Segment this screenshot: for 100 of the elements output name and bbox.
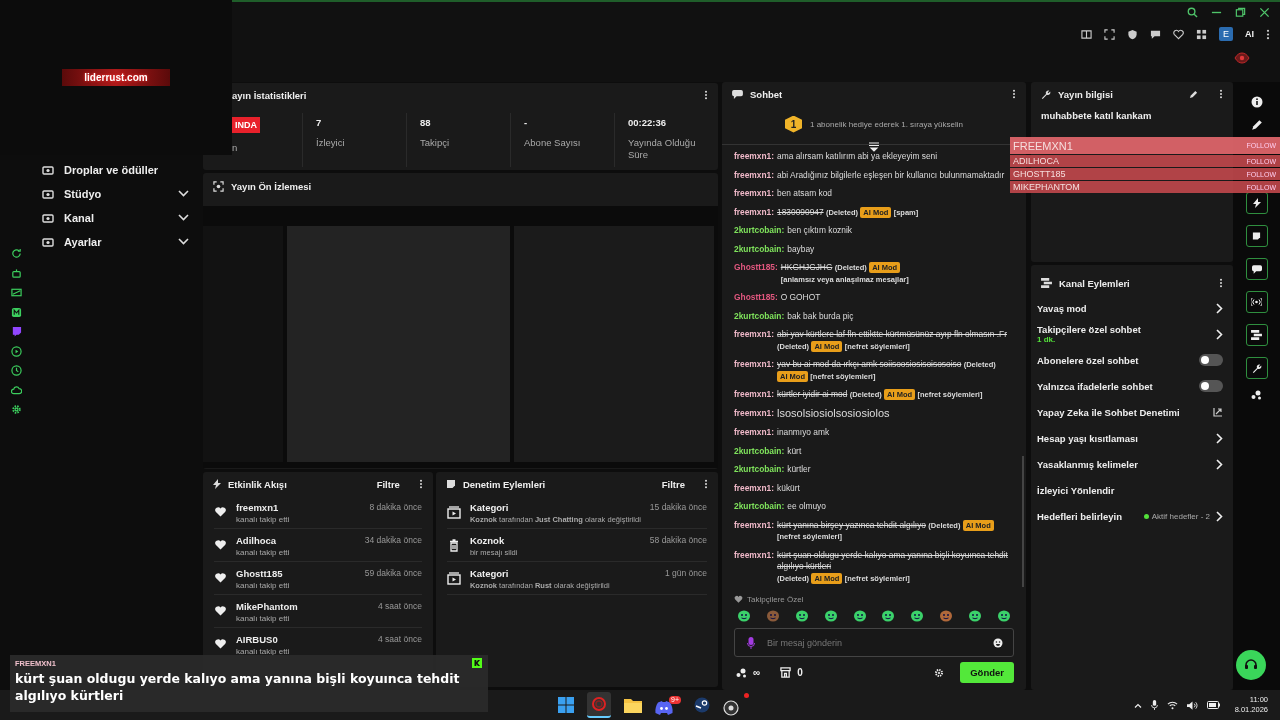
- recorder-app-button[interactable]: [723, 694, 747, 716]
- chat-username[interactable]: Ghostt185:: [734, 262, 778, 285]
- chat-username[interactable]: 2kurtcobain:: [734, 243, 785, 255]
- scroll-down-icon[interactable]: [868, 142, 880, 152]
- chat-username[interactable]: freemxn1:: [734, 519, 775, 543]
- nav-item[interactable]: Kanal: [42, 208, 189, 227]
- chat-username[interactable]: freemxn1:: [734, 359, 775, 382]
- browser-app-button[interactable]: [587, 692, 611, 718]
- info-icon[interactable]: [1250, 96, 1263, 108]
- chat-username[interactable]: freemxn1:: [734, 482, 775, 494]
- pencil-icon[interactable]: [1189, 89, 1198, 99]
- layout-button[interactable]: [1245, 324, 1268, 346]
- cloud-icon[interactable]: [11, 384, 22, 396]
- wrench-button[interactable]: [1245, 357, 1268, 379]
- restore-icon[interactable]: [1235, 7, 1246, 18]
- chat-username[interactable]: freemxn1:: [734, 188, 775, 200]
- profile-avatar[interactable]: E: [1219, 27, 1233, 41]
- windows-start-icon[interactable]: [558, 697, 574, 713]
- pencil-icon[interactable]: [1250, 119, 1263, 131]
- eye-icon[interactable]: [1234, 52, 1250, 64]
- microphone-icon[interactable]: [1150, 700, 1158, 710]
- grid-icon[interactable]: [1196, 28, 1207, 40]
- store-icon[interactable]: [780, 667, 792, 678]
- points-icon[interactable]: [736, 667, 747, 678]
- ai-button[interactable]: AI: [1245, 29, 1254, 39]
- action-value: 1 dk.: [1037, 335, 1057, 344]
- play-icon[interactable]: [11, 345, 22, 357]
- card-icon[interactable]: [11, 287, 22, 298]
- chat-bubble-icon[interactable]: [1150, 28, 1161, 40]
- speaker-icon[interactable]: [1186, 700, 1198, 710]
- channel-action-item[interactable]: Yalnızca ifadelerle sohbet: [1031, 373, 1233, 399]
- nav-item[interactable]: Stüdyo: [42, 184, 189, 203]
- channel-action-item[interactable]: Abonelere özel sohbet: [1031, 347, 1233, 373]
- message-input[interactable]: Bir mesaj gönderin: [765, 636, 983, 649]
- emote-icon[interactable]: [910, 609, 925, 622]
- kebab-menu-icon[interactable]: [1219, 89, 1223, 99]
- channel-action-item[interactable]: Hedefleri belirleyin Aktif hedefler - 2: [1031, 503, 1233, 529]
- toggle-switch[interactable]: [1199, 380, 1223, 392]
- channel-action-item[interactable]: Yavaş mod: [1031, 295, 1233, 321]
- chevron-up-icon[interactable]: [1133, 702, 1142, 708]
- emote-icon[interactable]: [968, 609, 982, 622]
- chat-username[interactable]: 2kurtcobain:: [734, 225, 785, 237]
- clock-icon[interactable]: [11, 365, 22, 376]
- kebab-menu-icon[interactable]: [704, 479, 708, 489]
- emote-icon[interactable]: [823, 609, 838, 622]
- filter-button[interactable]: Filtre: [376, 478, 400, 490]
- folder-icon[interactable]: [624, 697, 642, 713]
- chat-username[interactable]: freemxn1:: [734, 151, 775, 163]
- channel-action-item[interactable]: Hesap yaşı kısıtlaması: [1031, 425, 1233, 451]
- search-icon[interactable]: [1187, 7, 1198, 18]
- emote-icon[interactable]: [881, 609, 896, 622]
- emote-icon[interactable]: [939, 609, 954, 622]
- toggle-switch[interactable]: [1199, 354, 1223, 366]
- chat-username[interactable]: freemxn1:: [734, 427, 775, 439]
- battery-icon[interactable]: [1206, 701, 1220, 709]
- kebab-menu-icon[interactable]: [1012, 89, 1016, 99]
- channel-action-item[interactable]: Yasaklanmış kelimeler: [1031, 451, 1233, 477]
- emote-icon[interactable]: [794, 609, 809, 622]
- shield-icon[interactable]: [1127, 28, 1138, 40]
- m-badge-icon[interactable]: [11, 306, 22, 318]
- emote-icon[interactable]: [737, 609, 751, 622]
- chat-button[interactable]: [1245, 258, 1268, 280]
- kebab-menu-icon[interactable]: [704, 90, 708, 100]
- channel-action-item[interactable]: Takipçilere özel sohbet 1 dk.: [1031, 321, 1233, 347]
- kebab-menu-icon[interactable]: [1266, 28, 1270, 40]
- chat-username[interactable]: Ghostt185:: [734, 292, 778, 304]
- chat-username[interactable]: freemxn1:: [734, 549, 775, 584]
- nodes-icon[interactable]: [1251, 390, 1262, 400]
- channel-action-item[interactable]: Yapay Zeka ile Sohbet Denetimi: [1031, 399, 1233, 425]
- channel-action-item[interactable]: İzleyici Yönlendir: [1031, 477, 1233, 503]
- close-icon[interactable]: [1259, 7, 1270, 18]
- message-composer[interactable]: Bir mesaj gönderin: [734, 628, 1014, 657]
- kebab-menu-icon[interactable]: [418, 479, 423, 489]
- broadcast-button[interactable]: [1245, 291, 1268, 313]
- split-screen-icon[interactable]: [1081, 28, 1092, 40]
- filter-button[interactable]: Filtre: [661, 478, 685, 490]
- emote-icon[interactable]: [996, 609, 1011, 622]
- heart-icon[interactable]: [1173, 28, 1184, 40]
- robot-icon[interactable]: [11, 267, 22, 279]
- kebab-menu-icon[interactable]: [1219, 278, 1223, 288]
- nav-item[interactable]: Droplar ve ödüller: [42, 160, 189, 179]
- notes-button[interactable]: [1245, 225, 1268, 247]
- refresh-icon[interactable]: [11, 248, 22, 259]
- gift-promo-text: 1 abonelik hediye ederek 1. sıraya yükselin: [810, 119, 963, 129]
- emote-icon[interactable]: [852, 609, 867, 622]
- chat-username[interactable]: freemxn1:: [734, 407, 775, 420]
- frame-icon[interactable]: [1104, 28, 1115, 40]
- chat-username[interactable]: 2kurtcobain:: [734, 445, 785, 457]
- chat-username[interactable]: freemxn1:: [734, 206, 775, 218]
- chat-username[interactable]: 2kurtcobain:: [734, 310, 785, 322]
- send-button[interactable]: Gönder: [960, 662, 1014, 683]
- wifi-icon[interactable]: [1166, 700, 1178, 710]
- chat-username[interactable]: 2kurtcobain:: [734, 464, 785, 476]
- chat-username[interactable]: 2kurtcobain:: [734, 501, 785, 513]
- chat-username[interactable]: freemxn1:: [734, 329, 775, 352]
- chat-username[interactable]: freemxn1:: [734, 389, 775, 401]
- settings-icon[interactable]: [11, 404, 22, 415]
- nav-item[interactable]: Ayarlar: [42, 232, 189, 251]
- emoji-icon[interactable]: [993, 637, 1003, 648]
- chat-username[interactable]: freemxn1:: [734, 169, 775, 181]
